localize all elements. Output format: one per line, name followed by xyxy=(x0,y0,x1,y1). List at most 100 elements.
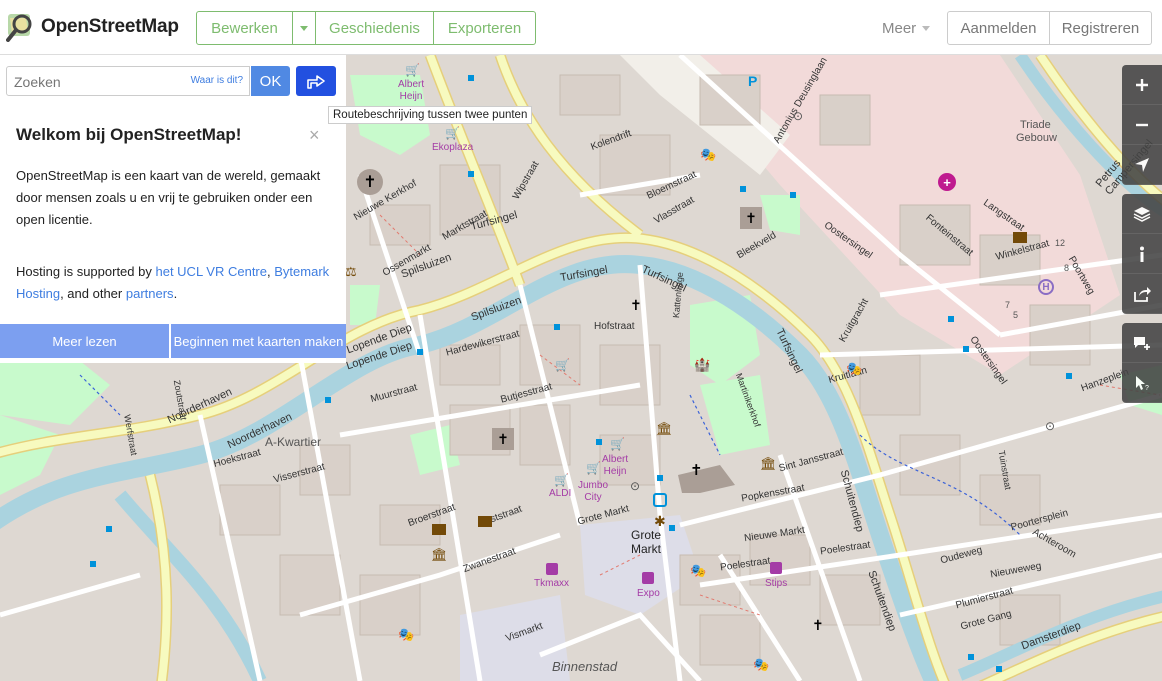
shop-label-expo: Expo xyxy=(637,588,660,599)
share-icon xyxy=(1134,286,1151,302)
bus-stop-marker xyxy=(325,397,331,403)
map-label-triade: Triade xyxy=(1020,119,1051,131)
layers-icon xyxy=(1133,206,1151,222)
house-number: 12 xyxy=(1055,238,1066,248)
start-mapping-button[interactable]: Beginnen met kaarten maken xyxy=(171,324,346,358)
edit-dropdown-toggle[interactable] xyxy=(293,11,316,45)
search-input[interactable] xyxy=(12,73,186,91)
directions-tooltip: Routebeschrijving tussen twee punten xyxy=(328,106,533,124)
layers-button[interactable] xyxy=(1122,194,1162,234)
shop-label-jumbo-city: Jumbo City xyxy=(578,480,608,504)
map-label-binnenstad: Binnenstad xyxy=(552,659,618,674)
bus-stop-marker xyxy=(554,324,560,330)
house-number: 7 xyxy=(1005,300,1011,310)
theatre-icon: 🎭 xyxy=(700,147,717,162)
bus-stop-marker xyxy=(996,666,1002,672)
bus-stop-marker xyxy=(740,186,746,192)
edit-button[interactable]: Bewerken xyxy=(196,11,293,45)
share-button[interactable] xyxy=(1122,274,1162,314)
search-field[interactable]: Waar is dit? xyxy=(6,66,250,96)
plus-icon xyxy=(1136,78,1148,91)
shop-label-tkmaxx: Tkmaxx xyxy=(534,578,569,589)
map-label-grote: Grote xyxy=(631,528,662,542)
shop-name: Albert xyxy=(398,79,425,90)
shop-label-aldi: ALDI xyxy=(549,488,572,499)
hosting-middle: , and other xyxy=(60,286,123,301)
close-icon[interactable]: × xyxy=(309,125,320,146)
add-note-button[interactable] xyxy=(1122,323,1162,363)
export-button[interactable]: Exporteren xyxy=(434,11,536,45)
tower-icon: ⊙ xyxy=(793,109,804,123)
where-is-this-link[interactable]: Waar is dit? xyxy=(191,75,243,86)
query-features-button[interactable]: ? xyxy=(1122,363,1162,403)
fountain-icon: ✱ xyxy=(654,513,666,529)
shop-name: Albert xyxy=(602,454,629,465)
directions-button[interactable] xyxy=(296,66,336,96)
bus-stop-marker xyxy=(468,171,474,177)
magnifier-logo-icon xyxy=(6,14,32,42)
theatre-icon: 🎭 xyxy=(846,361,863,376)
welcome-title: Welkom bij OpenStreetMap! xyxy=(16,125,242,144)
login-button[interactable]: Aanmelden xyxy=(947,11,1050,45)
signup-button[interactable]: Registreren xyxy=(1050,11,1152,45)
shop-name: Heijn xyxy=(603,466,627,477)
control-gap xyxy=(1122,314,1162,323)
minus-icon xyxy=(1136,123,1148,126)
shop-icon: 🛒 xyxy=(555,358,570,372)
church-icon: ✝ xyxy=(357,169,383,195)
hosting-prefix: Hosting is supported by xyxy=(16,264,152,279)
bus-stop-marker xyxy=(657,475,663,481)
osm-logo[interactable]: OpenStreetMap xyxy=(6,12,179,42)
bus-stop-marker xyxy=(948,316,954,322)
directions-icon xyxy=(307,75,325,89)
shop-label-albert-heijn-1: Albert Heijn xyxy=(398,79,424,103)
locate-button[interactable] xyxy=(1122,145,1162,185)
library-icon xyxy=(432,524,446,535)
bus-stop-marker xyxy=(1066,373,1072,379)
map-controls: ? xyxy=(1122,65,1162,403)
auth-button-group: Aanmelden Registreren xyxy=(947,11,1152,45)
hospital-icon: + xyxy=(938,173,956,191)
bus-stop-marker xyxy=(790,192,796,198)
library-icon xyxy=(1013,232,1027,243)
parking-icon: P xyxy=(748,73,758,89)
church-icon: ✝ xyxy=(492,428,514,450)
control-gap xyxy=(1122,185,1162,194)
edit-button-group: Bewerken Geschiedenis Exporteren xyxy=(196,11,536,45)
shop-icon xyxy=(770,562,782,574)
tower-icon: ⊙ xyxy=(630,479,641,493)
ucl-link[interactable]: het UCL VR Centre xyxy=(155,264,267,279)
hotel-icon: H xyxy=(1038,279,1054,295)
tower-icon: ⊙ xyxy=(1045,419,1056,433)
search-ok-button[interactable]: OK xyxy=(251,66,290,96)
house-number: 8 xyxy=(1064,263,1070,273)
church-icon: ✝ xyxy=(740,207,762,229)
shop-icon xyxy=(642,572,654,584)
info-icon xyxy=(1140,246,1144,262)
bus-stop-icon xyxy=(653,493,667,507)
read-more-button[interactable]: Meer lezen xyxy=(0,324,169,358)
top-navbar: OpenStreetMap Bewerken Geschiedenis Expo… xyxy=(0,0,1162,55)
bus-stop-marker xyxy=(963,346,969,352)
zoom-out-button[interactable] xyxy=(1122,105,1162,145)
welcome-body: OpenStreetMap is een kaart van de wereld… xyxy=(16,168,321,227)
more-menu[interactable]: Meer xyxy=(882,20,931,37)
bus-stop-marker xyxy=(968,654,974,660)
history-button[interactable]: Geschiedenis xyxy=(316,11,434,45)
museum-icon: 🏛 xyxy=(760,456,777,471)
theatre-icon: 🎭 xyxy=(398,627,415,642)
zoom-in-button[interactable] xyxy=(1122,65,1162,105)
partners-link[interactable]: partners xyxy=(126,286,174,301)
theatre-icon: 🎭 xyxy=(690,563,707,578)
hosting-end: . xyxy=(173,286,178,301)
bus-stop-marker xyxy=(90,561,96,567)
map-key-button[interactable] xyxy=(1122,234,1162,274)
bus-stop-marker xyxy=(669,525,675,531)
library-icon xyxy=(478,516,492,527)
shop-icon: 🛒 xyxy=(554,473,569,487)
bus-stop-marker xyxy=(596,439,602,445)
shop-icon: 🛒 xyxy=(610,437,625,451)
cursor-question-icon: ? xyxy=(1136,375,1149,391)
bus-stop-marker xyxy=(106,526,112,532)
shop-label-albert-heijn-2: Albert Heijn xyxy=(602,454,628,478)
